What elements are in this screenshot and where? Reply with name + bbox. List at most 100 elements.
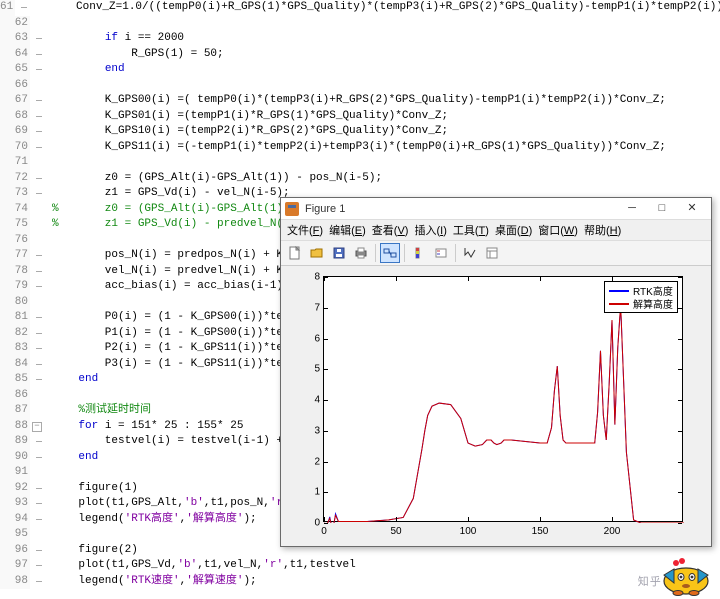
code-text: if i == 2000 [44,31,720,47]
fold-marker[interactable] [30,403,44,419]
close-button[interactable]: ✕ [677,199,707,219]
fold-marker[interactable] [30,341,44,357]
fold-marker[interactable] [30,558,44,574]
maximize-button[interactable]: □ [647,199,677,219]
insert-legend-button[interactable] [431,243,451,263]
menu-item[interactable]: 桌面(D) [495,222,532,238]
fold-marker[interactable] [30,93,44,109]
fold-marker[interactable] [30,124,44,140]
code-line[interactable]: 70 K_GPS11(i) =(-tempP1(i)*tempP2(i)+tem… [0,140,720,156]
fold-marker[interactable] [30,47,44,63]
fold-marker[interactable] [30,527,44,543]
open-button[interactable] [307,243,327,263]
toolbar[interactable] [281,240,711,266]
minimize-button[interactable]: ─ [617,199,647,219]
line-number: 86 [0,388,30,404]
line-number: 84 [0,357,30,373]
code-text: end [44,62,720,78]
fold-marker[interactable] [30,171,44,187]
line-number: 68 [0,109,30,125]
line-number: 95 [0,527,30,543]
fold-marker[interactable] [30,202,44,218]
fold-marker[interactable] [30,326,44,342]
legend-item[interactable]: 解算高度 [609,297,673,310]
fold-marker[interactable] [30,264,44,280]
code-line[interactable]: 69 K_GPS10(i) =(tempP2(i)*R_GPS(2)*GPS_Q… [0,124,720,140]
code-line[interactable]: 97 plot(t1,GPS_Vd,'b',t1,vel_N,'r',t1,te… [0,558,720,574]
fold-marker[interactable] [30,434,44,450]
figure-window[interactable]: Figure 1 ─ □ ✕ 文件(F) 编辑(E) 查看(V) 插入(I) 工具(T)… [280,197,712,547]
fold-marker[interactable] [30,78,44,94]
code-text: K_GPS11(i) =(-tempP1(i)*tempP2(i)+tempP3… [44,140,720,156]
fold-marker[interactable] [30,16,44,32]
fold-marker[interactable] [30,248,44,264]
edit-plot-button[interactable] [460,243,480,263]
fold-marker[interactable] [30,419,44,435]
code-line[interactable]: 98 legend('RTK速度','解算速度'); [0,574,720,590]
print-button[interactable] [351,243,371,263]
line-number: 63 [0,31,30,47]
code-text: R_GPS(1) = 50; [44,47,720,63]
legend[interactable]: RTK高度解算高度 [604,281,678,313]
menu-item[interactable]: 文件(F) [287,222,323,238]
menu-item[interactable]: 查看(V) [372,222,409,238]
fold-marker[interactable] [30,295,44,311]
menu-item[interactable]: 插入(I) [414,222,446,238]
code-line[interactable]: 62 [0,16,720,32]
code-line[interactable]: 68 K_GPS01(i) =(tempP1(i)*R_GPS(1)*GPS_Q… [0,109,720,125]
fold-marker[interactable] [30,62,44,78]
new-figure-button[interactable] [285,243,305,263]
code-line[interactable]: 63 if i == 2000 [0,31,720,47]
line-number: 82 [0,326,30,342]
fold-marker[interactable] [30,186,44,202]
menu-item[interactable]: 编辑(E) [329,222,366,238]
fold-marker[interactable] [30,465,44,481]
line-number: 74 [0,202,30,218]
save-button[interactable] [329,243,349,263]
fold-marker[interactable] [30,496,44,512]
code-line[interactable]: 71 [0,155,720,171]
y-tick-label: 8 [302,272,320,283]
fold-marker[interactable] [30,310,44,326]
fold-marker[interactable] [30,31,44,47]
line-number: 89 [0,434,30,450]
fold-marker[interactable] [30,543,44,559]
titlebar[interactable]: Figure 1 ─ □ ✕ [281,198,711,220]
fold-marker[interactable] [30,279,44,295]
x-tick-label: 150 [532,526,549,537]
y-tick-label: 6 [302,333,320,344]
code-line[interactable]: 67 K_GPS00(i) =( tempP0(i)*(tempP3(i)+R_… [0,93,720,109]
fold-marker[interactable] [30,109,44,125]
fold-marker[interactable] [30,388,44,404]
code-line[interactable]: 64 R_GPS(1) = 50; [0,47,720,63]
code-text: K_GPS10(i) =(tempP2(i)*R_GPS(2)*GPS_Qual… [44,124,720,140]
code-text: Conv_Z=1.0/((tempP0(i)+R_GPS(1)*GPS_Qual… [15,0,720,16]
menu-item[interactable]: 工具(T) [453,222,489,238]
y-tick-label: 4 [302,395,320,406]
fold-marker[interactable] [30,450,44,466]
fold-marker[interactable] [30,217,44,233]
code-line[interactable]: 72 z0 = (GPS_Alt(i)-GPS_Alt(1)) - pos_N(… [0,171,720,187]
code-line[interactable]: 66 [0,78,720,94]
fold-marker[interactable] [30,140,44,156]
fold-marker[interactable] [30,481,44,497]
fold-marker[interactable] [30,233,44,249]
fold-marker[interactable] [30,357,44,373]
line-number: 77 [0,248,30,264]
fold-marker[interactable] [30,574,44,590]
menubar[interactable]: 文件(F) 编辑(E) 查看(V) 插入(I) 工具(T) 桌面(D) 窗口(W) 帮助(H) [281,220,711,240]
line-number: 65 [0,62,30,78]
insert-colorbar-button[interactable] [409,243,429,263]
link-axes-button[interactable] [380,243,400,263]
fold-marker[interactable] [30,155,44,171]
menu-item[interactable]: 窗口(W) [538,222,578,238]
fold-marker[interactable] [30,372,44,388]
code-line[interactable]: 61 Conv_Z=1.0/((tempP0(i)+R_GPS(1)*GPS_Q… [0,0,720,16]
open-property-inspector-button[interactable] [482,243,502,263]
plot-area[interactable]: RTK高度解算高度 012345678050100150200 [281,266,711,546]
fold-marker[interactable] [30,512,44,528]
x-tick-label: 0 [321,526,327,537]
axes[interactable]: RTK高度解算高度 012345678050100150200 [323,276,683,522]
code-line[interactable]: 65 end [0,62,720,78]
menu-item[interactable]: 帮助(H) [584,222,621,238]
